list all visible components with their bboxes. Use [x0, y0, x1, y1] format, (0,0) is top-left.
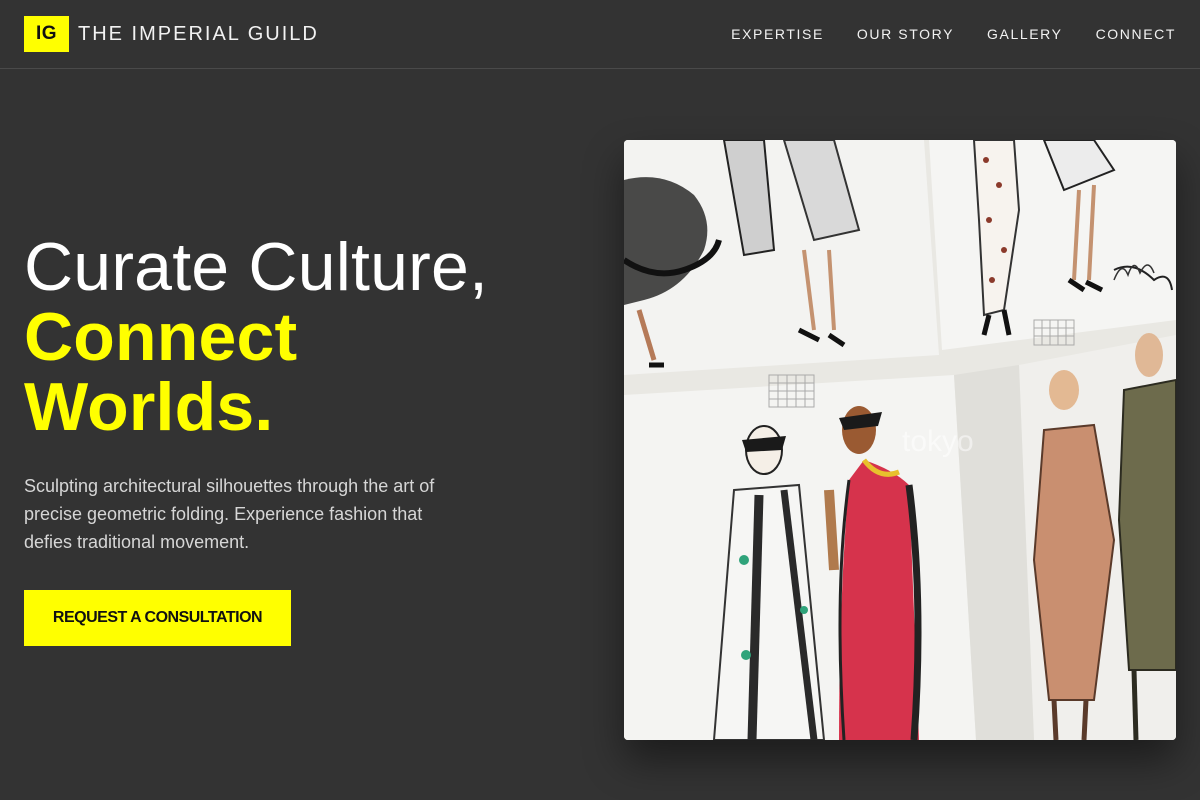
- logo-mark: IG: [24, 16, 69, 52]
- request-consultation-button[interactable]: REQUEST A CONSULTATION: [24, 590, 291, 646]
- nav-item-connect[interactable]: CONNECT: [1096, 26, 1176, 42]
- brand-logo-link[interactable]: IG THE IMPERIAL GUILD: [24, 16, 319, 52]
- hero-headline: Curate Culture, Connect Worlds.: [24, 232, 584, 442]
- image-watermark: tokyo: [902, 425, 974, 458]
- main-nav: EXPERTISE OUR STORY GALLERY CONNECT: [731, 26, 1176, 42]
- site-header: IG THE IMPERIAL GUILD EXPERTISE OUR STOR…: [0, 0, 1200, 69]
- headline-line-1: Curate Culture,: [24, 229, 489, 305]
- hero-text: Curate Culture, Connect Worlds. Sculptin…: [24, 232, 584, 556]
- nav-item-gallery[interactable]: GALLERY: [987, 26, 1063, 42]
- hero-image: tokyo: [624, 140, 1176, 740]
- nav-item-expertise[interactable]: EXPERTISE: [731, 26, 824, 42]
- headline-line-3: Worlds.: [24, 369, 274, 445]
- nav-item-our-story[interactable]: OUR STORY: [857, 26, 954, 42]
- headline-line-2: Connect: [24, 299, 298, 375]
- hero-subtext: Sculpting architectural silhouettes thro…: [24, 476, 435, 552]
- fashion-sketches-illustration: tokyo: [624, 140, 1176, 740]
- brand-name: THE IMPERIAL GUILD: [78, 22, 319, 45]
